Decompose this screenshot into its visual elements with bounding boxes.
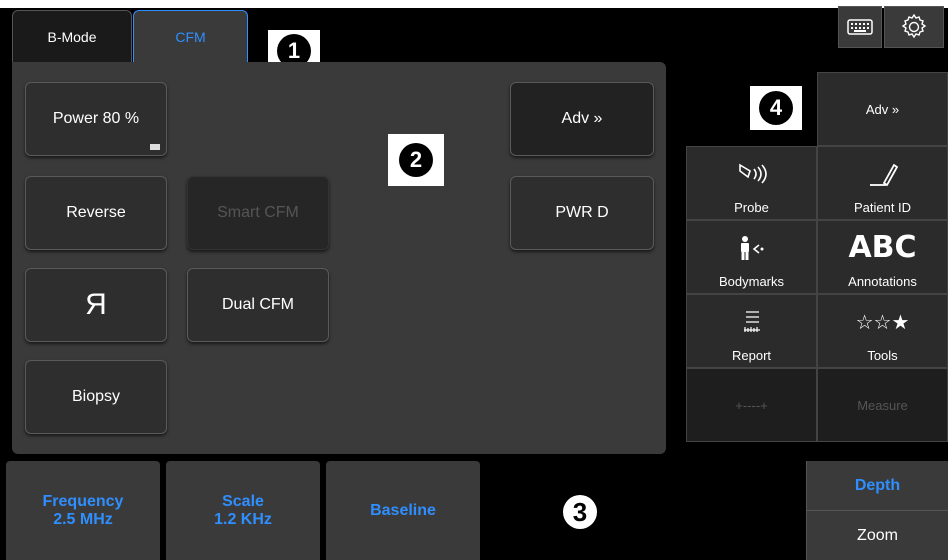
baseline-button[interactable]: Baseline — [326, 461, 480, 560]
callout-3-badge: 3 — [563, 495, 597, 529]
callout-2-badge: 2 — [399, 143, 433, 177]
zoom-button[interactable]: Zoom — [806, 511, 948, 560]
report-icon — [741, 295, 763, 348]
caliper-button[interactable]: +----+ — [686, 368, 817, 442]
stars-icon: ☆☆★ — [855, 309, 910, 334]
menu-icon — [150, 144, 160, 150]
patient-id-button[interactable]: Patient ID — [817, 146, 948, 220]
power-label: Power 80 % — [52, 110, 140, 127]
probe-icon — [736, 147, 768, 200]
abc-icon: ABC — [848, 230, 917, 265]
adv-right-button[interactable]: Adv » — [817, 72, 948, 146]
scale-value: 1.2 KHz — [214, 510, 272, 528]
pwr-d-button[interactable]: PWR D — [510, 176, 654, 250]
adv-panel-button[interactable]: Adv » — [510, 82, 654, 156]
gear-icon — [901, 13, 927, 39]
report-button[interactable]: Report — [686, 294, 817, 368]
invert-button[interactable]: Я — [25, 268, 167, 342]
annotations-button[interactable]: ABC Annotations — [817, 220, 948, 294]
pen-icon — [866, 147, 900, 200]
callout-4-badge: 4 — [759, 91, 793, 125]
frequency-label: Frequency — [42, 492, 124, 510]
frequency-button[interactable]: Frequency 2.5 MHz — [6, 461, 160, 560]
report-label: Report — [731, 348, 772, 363]
callout-2: 2 — [388, 134, 444, 186]
tools-label: Tools — [867, 348, 898, 363]
patient-id-label: Patient ID — [853, 200, 912, 215]
adv-right-label: Adv » — [865, 101, 900, 117]
probe-button[interactable]: Probe — [686, 146, 817, 220]
measure-button[interactable]: Measure — [817, 368, 948, 442]
dual-cfm-button[interactable]: Dual CFM — [187, 268, 329, 342]
frequency-value: 2.5 MHz — [53, 510, 113, 528]
callout-4: 4 — [750, 86, 802, 130]
annotations-label: Annotations — [848, 274, 917, 289]
callout-3: 3 — [556, 490, 604, 534]
tools-button[interactable]: ☆☆★ Tools — [817, 294, 948, 368]
biopsy-button[interactable]: Biopsy — [25, 360, 167, 434]
bodymarks-button[interactable]: Bodymarks — [686, 220, 817, 294]
bodymarks-label: Bodymarks — [718, 274, 785, 289]
depth-button[interactable]: Depth — [806, 461, 948, 511]
keyboard-icon — [847, 19, 873, 35]
smart-cfm-button[interactable]: Smart CFM — [187, 176, 329, 250]
tab-cfm[interactable]: CFM — [133, 10, 248, 62]
keyboard-button[interactable] — [838, 6, 882, 48]
settings-button[interactable] — [884, 6, 944, 48]
power-button[interactable]: Power 80 % — [25, 82, 167, 156]
scale-button[interactable]: Scale 1.2 KHz — [166, 461, 320, 560]
reverse-button[interactable]: Reverse — [25, 176, 167, 250]
scale-label: Scale — [222, 492, 264, 510]
tab-b-mode[interactable]: B-Mode — [12, 10, 132, 62]
caption-fragment — [0, 0, 948, 8]
bodymark-icon — [737, 221, 767, 274]
probe-label: Probe — [734, 200, 769, 215]
